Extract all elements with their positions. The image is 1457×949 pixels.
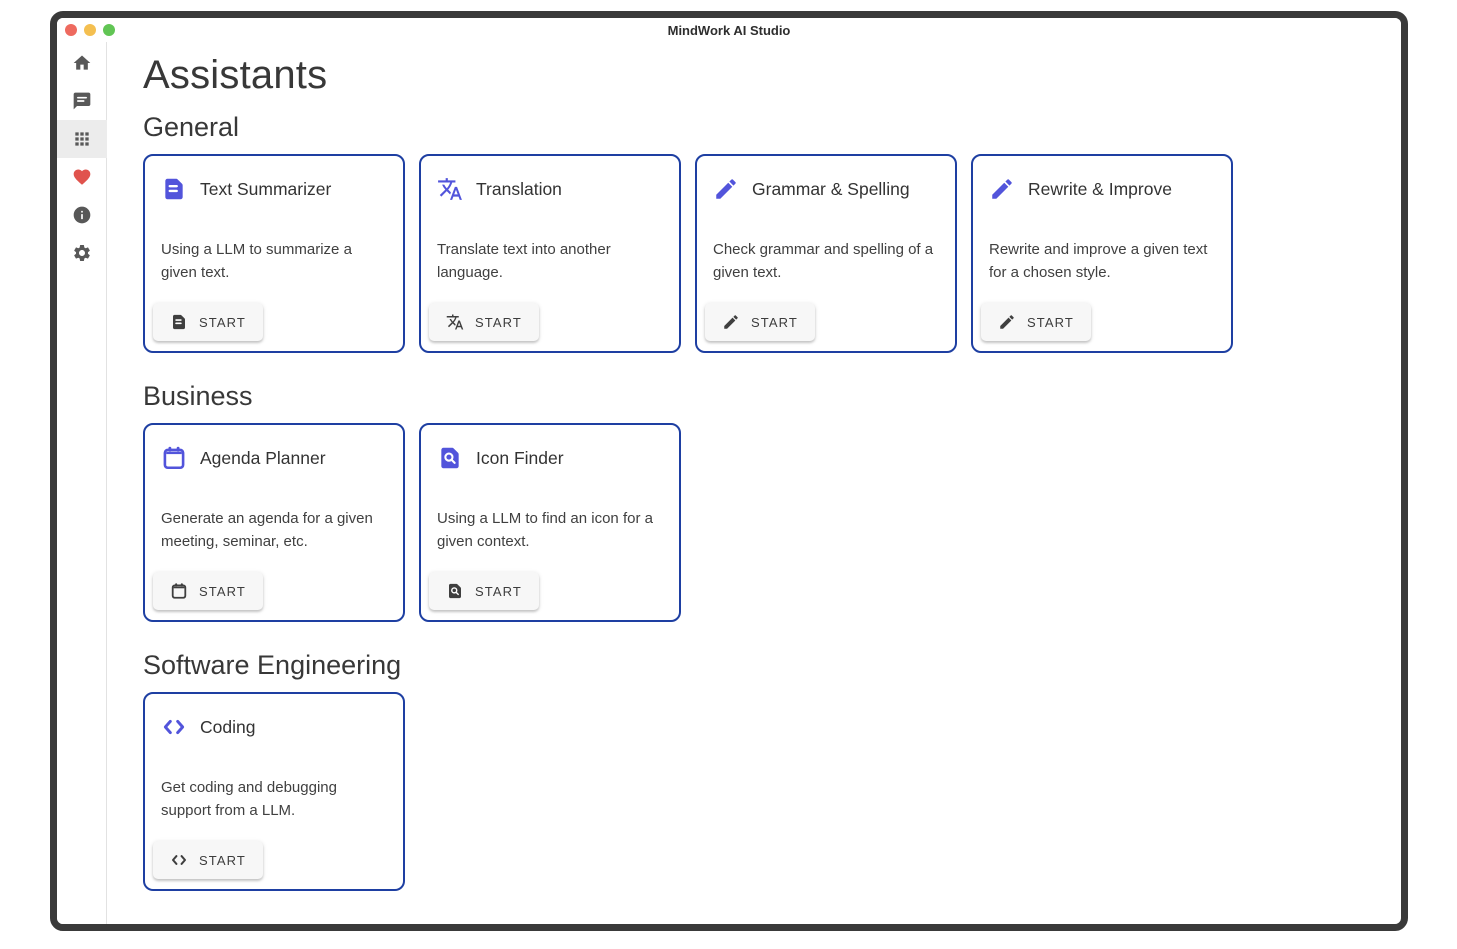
assistant-card-icon-finder: Icon Finder Using a LLM to find an icon f…	[419, 423, 681, 622]
sidebar-item-chats[interactable]	[57, 82, 107, 120]
card-header: Icon Finder	[437, 445, 663, 471]
note-icon	[170, 313, 188, 331]
card-description: Get coding and debugging support from a …	[161, 777, 387, 822]
start-button-label: START	[199, 315, 246, 330]
start-button-label: START	[751, 315, 798, 330]
main-content: Assistants General Text Summarizer Using a…	[107, 42, 1401, 924]
start-button-agenda-planner[interactable]: START	[153, 572, 263, 610]
sidebar-item-home[interactable]	[57, 44, 107, 82]
section-software-engineering: Software Engineering Coding Get coding and…	[143, 650, 1381, 891]
card-description: Using a LLM to find an icon for a given …	[437, 508, 663, 553]
card-header: Grammar & Spelling	[713, 176, 939, 202]
assistant-card-translation: Translation Translate text into another l…	[419, 154, 681, 353]
start-button-coding[interactable]: START	[153, 841, 263, 879]
chat-icon	[72, 91, 92, 111]
section-general: General Text Summarizer Using a LLM to sum…	[143, 112, 1381, 353]
card-title: Agenda Planner	[200, 448, 326, 469]
card-title: Grammar & Spelling	[752, 179, 910, 200]
start-button-label: START	[1027, 315, 1074, 330]
close-window-button[interactable]	[65, 24, 77, 36]
heart-icon	[72, 167, 92, 187]
card-title: Text Summarizer	[200, 179, 331, 200]
section-business: Business Agenda Planner Generate an agenda…	[143, 381, 1381, 622]
card-description: Generate an agenda for a given meeting, …	[161, 508, 387, 553]
code-icon	[170, 851, 188, 869]
card-title: Rewrite & Improve	[1028, 179, 1172, 200]
titlebar: MindWork AI Studio	[57, 18, 1401, 42]
cards-row: Text Summarizer Using a LLM to summarize …	[143, 154, 1381, 353]
start-button-label: START	[199, 584, 246, 599]
sidebar-item-favorites[interactable]	[57, 158, 107, 196]
card-title: Icon Finder	[476, 448, 564, 469]
info-icon	[72, 205, 92, 225]
note-icon	[161, 176, 187, 202]
start-button-grammar-spelling[interactable]: START	[705, 303, 815, 341]
sidebar-item-settings[interactable]	[57, 234, 107, 272]
calendar-icon	[161, 445, 187, 471]
cards-row: Agenda Planner Generate an agenda for a g…	[143, 423, 1381, 622]
sidebar	[57, 42, 107, 924]
card-description: Check grammar and spelling of a given te…	[713, 239, 939, 284]
assistant-card-text-summarizer: Text Summarizer Using a LLM to summarize …	[143, 154, 405, 353]
pencil-icon	[722, 313, 740, 331]
sidebar-item-assistants[interactable]	[57, 120, 107, 158]
gear-icon	[72, 243, 92, 263]
card-description: Translate text into another language.	[437, 239, 663, 284]
card-header: Rewrite & Improve	[989, 176, 1215, 202]
card-description: Rewrite and improve a given text for a c…	[989, 239, 1215, 284]
sidebar-item-about[interactable]	[57, 196, 107, 234]
assistant-card-agenda-planner: Agenda Planner Generate an agenda for a g…	[143, 423, 405, 622]
start-button-icon-finder[interactable]: START	[429, 572, 539, 610]
start-button-label: START	[475, 315, 522, 330]
page-title: Assistants	[143, 52, 1381, 98]
minimize-window-button[interactable]	[84, 24, 96, 36]
card-title: Coding	[200, 717, 255, 738]
section-title: Software Engineering	[143, 650, 1381, 681]
calendar-icon	[170, 582, 188, 600]
card-header: Text Summarizer	[161, 176, 387, 202]
start-button-translation[interactable]: START	[429, 303, 539, 341]
sections-container: General Text Summarizer Using a LLM to sum…	[143, 112, 1381, 891]
start-button-label: START	[199, 853, 246, 868]
window-title: MindWork AI Studio	[668, 23, 791, 38]
card-description: Using a LLM to summarize a given text.	[161, 239, 387, 284]
pencil-icon	[998, 313, 1016, 331]
start-button-label: START	[475, 584, 522, 599]
traffic-lights	[65, 24, 115, 36]
translate-icon	[437, 176, 463, 202]
start-button-text-summarizer[interactable]: START	[153, 303, 263, 341]
section-title: General	[143, 112, 1381, 143]
window-body: Assistants General Text Summarizer Using a…	[57, 42, 1401, 924]
pencil-icon	[713, 176, 739, 202]
assistant-card-rewrite-improve: Rewrite & Improve Rewrite and improve a g…	[971, 154, 1233, 353]
card-header: Translation	[437, 176, 663, 202]
app-window: MindWork AI Studio Assistants General Tex…	[50, 11, 1408, 931]
card-header: Agenda Planner	[161, 445, 387, 471]
start-button-rewrite-improve[interactable]: START	[981, 303, 1091, 341]
zoom-window-button[interactable]	[103, 24, 115, 36]
home-icon	[72, 53, 92, 73]
icon-search-icon	[437, 445, 463, 471]
section-title: Business	[143, 381, 1381, 412]
apps-icon	[72, 129, 92, 149]
cards-row: Coding Get coding and debugging support f…	[143, 692, 1381, 891]
assistant-card-grammar-spelling: Grammar & Spelling Check grammar and spel…	[695, 154, 957, 353]
translate-icon	[446, 313, 464, 331]
assistant-card-coding: Coding Get coding and debugging support f…	[143, 692, 405, 891]
card-title: Translation	[476, 179, 562, 200]
code-icon	[161, 714, 187, 740]
card-header: Coding	[161, 714, 387, 740]
pencil-icon	[989, 176, 1015, 202]
icon-search-icon	[446, 582, 464, 600]
